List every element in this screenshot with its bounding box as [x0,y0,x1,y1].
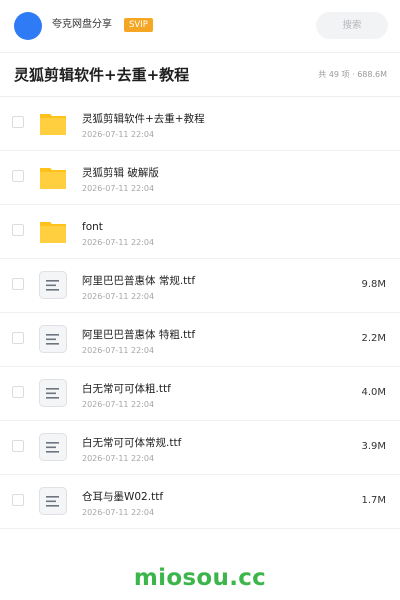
folder-icon [40,168,66,189]
brand-name: 夸克网盘分享 [52,19,112,30]
file-name: 仓耳与墨W02.ttf [82,491,164,503]
file-name: 阿里巴巴普惠体 特粗.ttf [82,329,196,341]
list-item[interactable]: 仓耳与墨W02.ttf 2026-07-11 22:04 1.7M [0,475,400,529]
file-list: 灵狐剪辑软件+去重+教程 2026-07-11 22:04 灵狐剪辑 破解版 2… [0,97,400,529]
select-checkbox[interactable] [12,494,24,506]
file-icon [39,379,67,407]
top-bar: 夸克网盘分享 SVIP 搜索 [0,0,400,52]
file-date: 2026-07-11 22:04 [82,238,155,247]
select-checkbox[interactable] [12,116,24,128]
select-checkbox[interactable] [12,332,24,344]
file-date: 2026-07-11 22:04 [82,292,155,301]
list-item[interactable]: 阿里巴巴普惠体 特粗.ttf 2026-07-11 22:04 2.2M [0,313,400,367]
file-name: 灵狐剪辑软件+去重+教程 [82,113,205,125]
select-checkbox[interactable] [12,386,24,398]
file-date: 2026-07-11 22:04 [82,130,155,139]
file-size: 1.7M [361,495,386,506]
file-icon [39,325,67,353]
file-name: 白无常可可体粗.ttf [82,383,171,395]
select-checkbox[interactable] [12,278,24,290]
file-icon [39,271,67,299]
list-item[interactable]: 灵狐剪辑 破解版 2026-07-11 22:04 [0,151,400,205]
folder-icon [40,114,66,135]
list-item[interactable]: 白无常可可体常规.ttf 2026-07-11 22:04 3.9M [0,421,400,475]
file-size: 2.2M [361,333,386,344]
avatar[interactable] [14,12,42,40]
file-name: font [82,221,103,233]
folder-icon [40,222,66,243]
svip-badge: SVIP [124,18,153,32]
list-item[interactable]: 灵狐剪辑软件+去重+教程 2026-07-11 22:04 [0,97,400,151]
file-size: 3.9M [361,441,386,452]
file-size: 9.8M [361,279,386,290]
file-name: 阿里巴巴普惠体 常规.ttf [82,275,196,287]
file-date: 2026-07-11 22:04 [82,346,155,355]
select-checkbox[interactable] [12,170,24,182]
header-divider [0,52,400,53]
file-size: 4.0M [361,387,386,398]
list-item[interactable]: 白无常可可体粗.ttf 2026-07-11 22:04 4.0M [0,367,400,421]
page-title: 灵狐剪辑软件+去重+教程 [14,66,190,84]
select-checkbox[interactable] [12,440,24,452]
file-date: 2026-07-11 22:04 [82,508,155,517]
item-summary: 共 49 项 · 688.6M [318,70,387,79]
file-icon [39,487,67,515]
file-date: 2026-07-11 22:04 [82,454,155,463]
file-name: 灵狐剪辑 破解版 [82,167,159,179]
list-item[interactable]: 阿里巴巴普惠体 常规.ttf 2026-07-11 22:04 9.8M [0,259,400,313]
file-date: 2026-07-11 22:04 [82,400,155,409]
site-watermark: miosou.cc [133,565,267,591]
search-button[interactable]: 搜索 [316,12,388,39]
file-icon [39,433,67,461]
file-name: 白无常可可体常规.ttf [82,437,182,449]
file-date: 2026-07-11 22:04 [82,184,155,193]
select-checkbox[interactable] [12,224,24,236]
list-item[interactable]: font 2026-07-11 22:04 [0,205,400,259]
title-bar: 灵狐剪辑软件+去重+教程 共 49 项 · 688.6M [0,54,400,97]
